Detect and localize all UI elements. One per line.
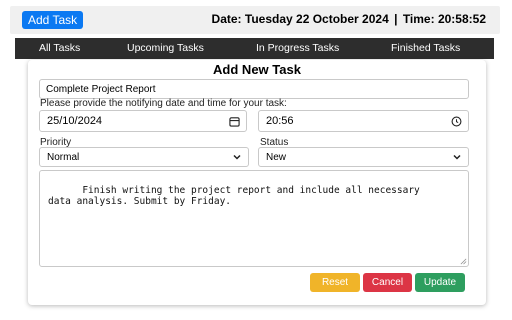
nav-upcoming-tasks[interactable]: Upcoming Tasks — [127, 42, 204, 54]
date-time-display: Date: Tuesday 22 October 2024 | Time: 20… — [212, 12, 486, 26]
calendar-icon[interactable] — [229, 116, 240, 127]
time-label: Time: — [402, 12, 435, 26]
chevron-down-icon — [233, 154, 241, 160]
date-value: Tuesday 22 October 2024 — [244, 12, 389, 26]
time-input[interactable]: 20:56 — [258, 110, 469, 132]
priority-select[interactable]: Normal — [39, 147, 249, 167]
reset-button[interactable]: Reset — [310, 273, 360, 292]
date-time-separator: | — [394, 12, 398, 26]
top-header: Add Task Date: Tuesday 22 October 2024 |… — [10, 6, 500, 34]
cancel-button[interactable]: Cancel — [363, 273, 412, 292]
update-button[interactable]: Update — [415, 273, 465, 292]
time-input-value: 20:56 — [266, 115, 294, 127]
nav-all-tasks[interactable]: All Tasks — [39, 42, 80, 54]
add-task-form: Add New Task Complete Project Report Ple… — [28, 60, 486, 305]
nav-in-progress-tasks[interactable]: In Progress Tasks — [256, 42, 339, 54]
date-input[interactable]: 25/10/2024 — [39, 110, 247, 132]
description-textarea[interactable]: Finish writing the project report and in… — [39, 170, 469, 267]
description-text: Finish writing the project report and in… — [48, 185, 420, 207]
notify-label: Please provide the notifying date and ti… — [40, 98, 287, 109]
date-label: Date: — [211, 12, 242, 26]
nav-bar: All Tasks Upcoming Tasks In Progress Tas… — [15, 38, 494, 59]
task-title-input[interactable]: Complete Project Report — [39, 79, 469, 99]
task-manager-page: Add Task Date: Tuesday 22 October 2024 |… — [0, 0, 512, 320]
resize-grip-icon[interactable] — [460, 258, 467, 265]
clock-icon[interactable] — [451, 116, 462, 127]
time-value: 20:58:52 — [437, 12, 486, 26]
chevron-down-icon — [453, 154, 461, 160]
date-input-value: 25/10/2024 — [47, 115, 103, 127]
status-select[interactable]: New — [258, 147, 469, 167]
status-value: New — [266, 152, 287, 163]
priority-value: Normal — [47, 152, 80, 163]
form-title: Add New Task — [213, 62, 301, 77]
nav-finished-tasks[interactable]: Finished Tasks — [391, 42, 460, 54]
add-task-button[interactable]: Add Task — [22, 11, 84, 29]
